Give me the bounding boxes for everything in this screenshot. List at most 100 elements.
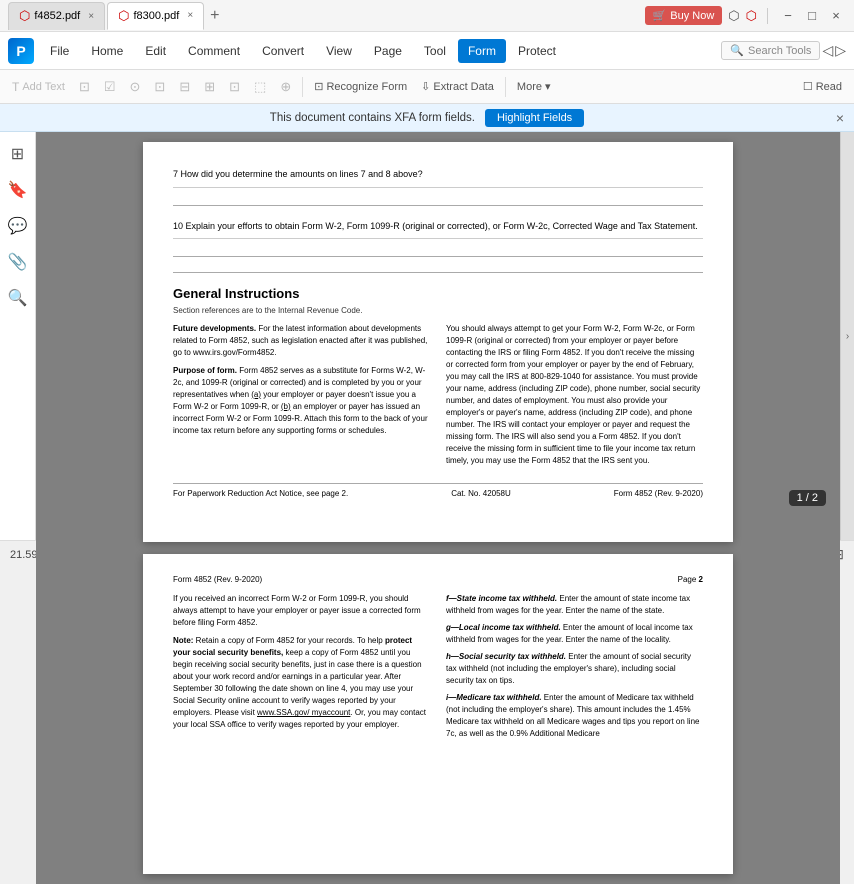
- menu-file[interactable]: File: [40, 39, 79, 63]
- nav-forward-icon[interactable]: ▷: [835, 42, 846, 59]
- title-bar: ⬡ f4852.pdf × ⬡ f8300.pdf × + 🛒 Buy Now …: [0, 0, 854, 32]
- toolbar-icon-btn-5[interactable]: ⊟: [173, 76, 196, 98]
- pdf-page-2: Form 4852 (Rev. 9-2020) Page 2 If you re…: [143, 554, 733, 874]
- toolbar-icon-2: ⬡: [746, 8, 757, 24]
- toolbar-icon-btn-9[interactable]: ⊕: [274, 76, 297, 98]
- cart-icon: 🛒: [653, 9, 667, 22]
- tab-close-2[interactable]: ×: [187, 10, 193, 21]
- extract-data-button[interactable]: ⇩ Extract Data: [415, 77, 500, 96]
- close-button[interactable]: ×: [826, 8, 846, 23]
- toolbar: T Add Text ⊡ ☑ ⊙ ⊡ ⊟ ⊞ ⊡ ⬚ ⊕ ⊡ Recognize…: [0, 70, 854, 104]
- recognize-form-button[interactable]: ⊡ Recognize Form: [308, 77, 413, 96]
- footer-right: Form 4852 (Rev. 9-2020): [614, 488, 703, 499]
- tab-icon: ⬡: [19, 8, 30, 24]
- nav-back-icon[interactable]: ◁: [822, 42, 833, 59]
- right-panel-toggle[interactable]: ›: [840, 132, 854, 540]
- tab-group: ⬡ f4852.pdf × ⬡ f8300.pdf × +: [8, 2, 224, 30]
- pdf-question-10: 10 Explain your efforts to obtain Form W…: [173, 214, 703, 240]
- more-button[interactable]: More ▾: [511, 77, 557, 96]
- p2-item-g: g—Local income tax withheld. Enter the a…: [446, 622, 703, 646]
- p2-para-1: If you received an incorrect Form W-2 or…: [173, 593, 430, 629]
- menu-convert[interactable]: Convert: [252, 39, 314, 63]
- tab-f8300[interactable]: ⬡ f8300.pdf ×: [107, 2, 204, 30]
- p2-columns: If you received an incorrect Form W-2 or…: [173, 593, 703, 740]
- pdf-wrapper: 7 How did you determine the amounts on l…: [36, 132, 840, 540]
- p2-item-f: f—State income tax withheld. Enter the a…: [446, 593, 703, 617]
- tab-label: f4852.pdf: [34, 10, 80, 22]
- gi-subtitle: Section references are to the Internal R…: [173, 305, 703, 316]
- add-text-button[interactable]: T Add Text: [6, 77, 71, 97]
- toolbar-icon-btn-8[interactable]: ⬚: [248, 76, 272, 98]
- toolbar-separator-title: [767, 8, 768, 24]
- buy-now-button[interactable]: 🛒 Buy Now: [645, 6, 723, 25]
- sidebar-thumbnails-icon[interactable]: ⊞: [7, 140, 28, 168]
- p2-item-h: h—Social security tax withheld. Enter th…: [446, 651, 703, 687]
- pdf-question-7: 7 How did you determine the amounts on l…: [173, 162, 703, 188]
- left-sidebar: ⊞ 🔖 💬 📎 🔍: [0, 132, 36, 540]
- page-badge: 1 / 2: [789, 490, 826, 506]
- pdf-area[interactable]: 7 How did you determine the amounts on l…: [36, 132, 840, 884]
- notification-message: This document contains XFA form fields.: [270, 112, 475, 124]
- toolbar-icon-btn-7[interactable]: ⊡: [223, 76, 246, 98]
- extract-icon: ⇩: [421, 80, 430, 93]
- future-dev-term: Future developments.: [173, 324, 256, 333]
- add-text-icon: T: [12, 80, 19, 94]
- sidebar-search-icon[interactable]: 🔍: [4, 284, 32, 312]
- notification-close-button[interactable]: ×: [836, 110, 844, 126]
- pdf-page-1: 7 How did you determine the amounts on l…: [143, 142, 733, 542]
- gi-right-column: You should always attempt to get your Fo…: [446, 323, 703, 467]
- title-bar-left: ⬡ f4852.pdf × ⬡ f8300.pdf × +: [8, 2, 224, 30]
- recognize-icon: ⊡: [314, 80, 323, 93]
- sidebar-comments-icon[interactable]: 💬: [4, 212, 32, 240]
- menu-protect[interactable]: Protect: [508, 39, 566, 63]
- p2-right-column: f—State income tax withheld. Enter the a…: [446, 593, 703, 740]
- toolbar-icon-btn-6[interactable]: ⊞: [198, 76, 221, 98]
- tab-label2: f8300.pdf: [133, 10, 179, 22]
- menu-page[interactable]: Page: [364, 39, 412, 63]
- p2-item-i: i—Medicare tax withheld. Enter the amoun…: [446, 692, 703, 740]
- general-instructions: General Instructions Section references …: [173, 285, 703, 466]
- gi-right-text: You should always attempt to get your Fo…: [446, 324, 700, 465]
- menu-comment[interactable]: Comment: [178, 39, 250, 63]
- app-logo: P: [8, 38, 34, 64]
- p2-header-right: Page 2: [678, 574, 703, 585]
- toolbar-icon-btn-4[interactable]: ⊡: [148, 76, 171, 98]
- menu-form[interactable]: Form: [458, 39, 506, 63]
- menu-view[interactable]: View: [316, 39, 362, 63]
- tab-f4852[interactable]: ⬡ f4852.pdf ×: [8, 2, 105, 30]
- menu-tool[interactable]: Tool: [414, 39, 456, 63]
- pdf-footer: For Paperwork Reduction Act Notice, see …: [173, 483, 703, 499]
- title-bar-right: 🛒 Buy Now ⬡ ⬡ − □ ×: [645, 6, 846, 25]
- toolbar-icon-1: ⬡: [728, 8, 739, 24]
- toolbar-icon-btn-2[interactable]: ☑: [98, 76, 122, 98]
- window-controls: − □ ×: [778, 8, 846, 23]
- purpose-term: Purpose of form.: [173, 366, 237, 375]
- read-button[interactable]: ☐ Read: [797, 77, 848, 96]
- toolbar-icon-btn-1[interactable]: ⊡: [73, 76, 96, 98]
- add-tab-button[interactable]: +: [206, 7, 223, 25]
- p2-header: Form 4852 (Rev. 9-2020) Page 2: [173, 574, 703, 585]
- toolbar-icon-btn-3[interactable]: ⊙: [124, 76, 147, 98]
- minimize-button[interactable]: −: [778, 8, 798, 23]
- search-tools-label: Search Tools: [748, 45, 811, 57]
- p2-header-left: Form 4852 (Rev. 9-2020): [173, 574, 262, 585]
- footer-center: Cat. No. 42058U: [451, 488, 511, 499]
- maximize-button[interactable]: □: [802, 8, 822, 23]
- purpose-text: Form 4852 serves as a substitute for For…: [173, 366, 428, 435]
- p2-para-2: Note: Retain a copy of Form 4852 for you…: [173, 635, 430, 731]
- tab-icon2: ⬡: [118, 8, 129, 24]
- menu-home[interactable]: Home: [81, 39, 133, 63]
- p2-left-column: If you received an incorrect Form W-2 or…: [173, 593, 430, 740]
- highlight-fields-button[interactable]: Highlight Fields: [485, 109, 584, 127]
- sidebar-attachments-icon[interactable]: 📎: [4, 248, 32, 276]
- tab-close-1[interactable]: ×: [88, 11, 94, 22]
- menu-edit[interactable]: Edit: [135, 39, 176, 63]
- search-icon: 🔍: [730, 44, 744, 57]
- more-chevron-icon: ▾: [545, 80, 551, 93]
- footer-left: For Paperwork Reduction Act Notice, see …: [173, 488, 348, 499]
- notification-bar: This document contains XFA form fields. …: [0, 104, 854, 132]
- gi-left-column: Future developments. For the latest info…: [173, 323, 430, 467]
- read-checkbox-icon: ☐: [803, 80, 813, 93]
- sidebar-bookmarks-icon[interactable]: 🔖: [4, 176, 32, 204]
- menu-bar: P File Home Edit Comment Convert View Pa…: [0, 32, 854, 70]
